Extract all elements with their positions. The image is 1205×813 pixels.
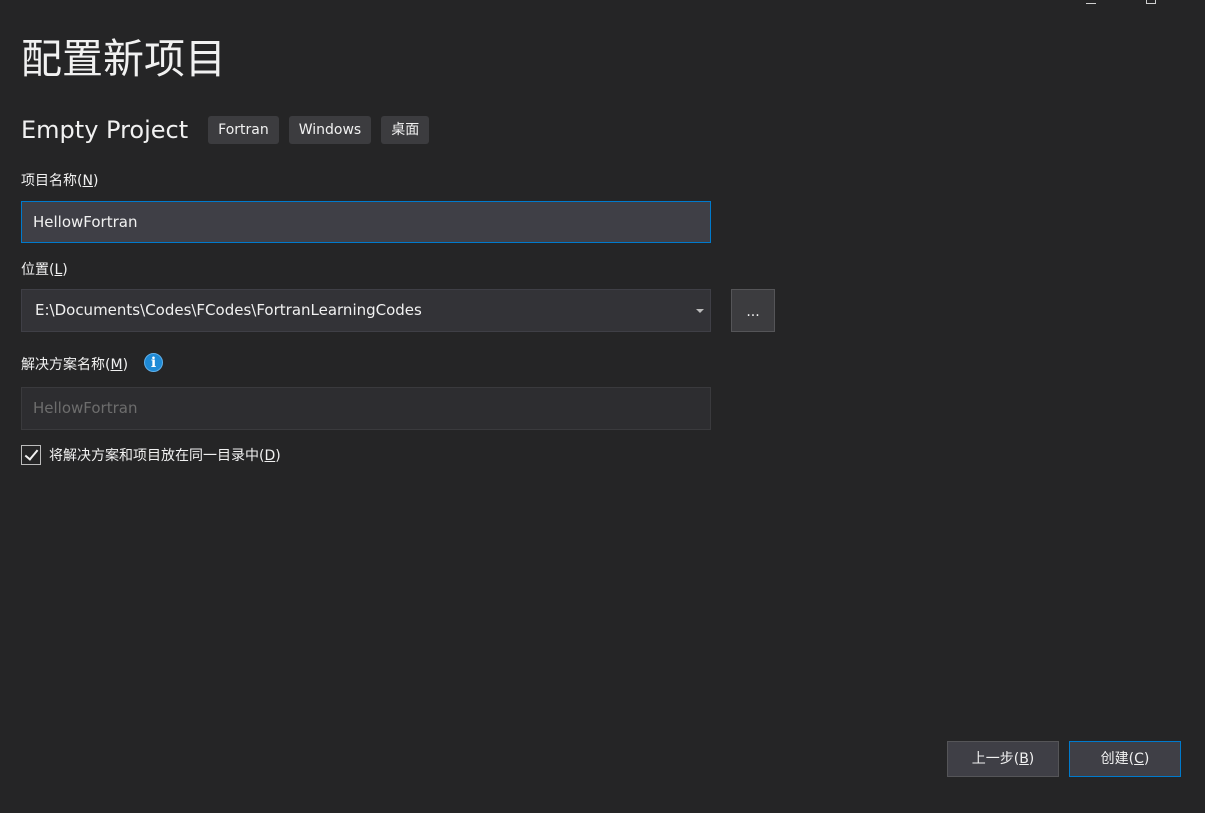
solution-name-input: HellowFortran xyxy=(21,387,711,430)
same-directory-option[interactable]: 将解决方案和项目放在同一目录中(D) xyxy=(21,445,281,465)
tag-project-type: 桌面 xyxy=(381,116,430,144)
create-button[interactable]: 创建(C) xyxy=(1069,741,1181,777)
template-name: Empty Project xyxy=(21,116,189,144)
chevron-down-icon[interactable] xyxy=(696,309,704,313)
project-name-input[interactable]: HellowFortran xyxy=(21,201,711,243)
tag-language: Fortran xyxy=(208,116,279,144)
same-directory-label[interactable]: 将解决方案和项目放在同一目录中(D) xyxy=(49,445,281,465)
configure-project-dialog: 配置新项目 Empty Project Fortran Windows 桌面 项… xyxy=(0,0,1205,813)
back-button[interactable]: 上一步(B) xyxy=(947,741,1059,777)
location-label: 位置(L) xyxy=(21,262,68,278)
location-value: E:\Documents\Codes\FCodes\FortranLearnin… xyxy=(35,301,422,319)
browse-button[interactable]: ... xyxy=(731,289,775,332)
solution-name-label: 解决方案名称(M) xyxy=(21,357,129,373)
tag-platform: Windows xyxy=(288,116,372,144)
checkmark-icon xyxy=(24,446,39,461)
location-combobox[interactable]: E:\Documents\Codes\FCodes\FortranLearnin… xyxy=(21,289,711,332)
restore-icon[interactable] xyxy=(1146,0,1156,4)
info-icon[interactable]: i xyxy=(144,353,163,372)
page-title: 配置新项目 xyxy=(21,35,226,83)
same-directory-checkbox[interactable] xyxy=(21,445,41,465)
project-name-label: 项目名称(N) xyxy=(21,173,99,189)
minimize-icon[interactable] xyxy=(1086,0,1096,4)
template-header: Empty Project Fortran Windows 桌面 xyxy=(21,113,439,147)
